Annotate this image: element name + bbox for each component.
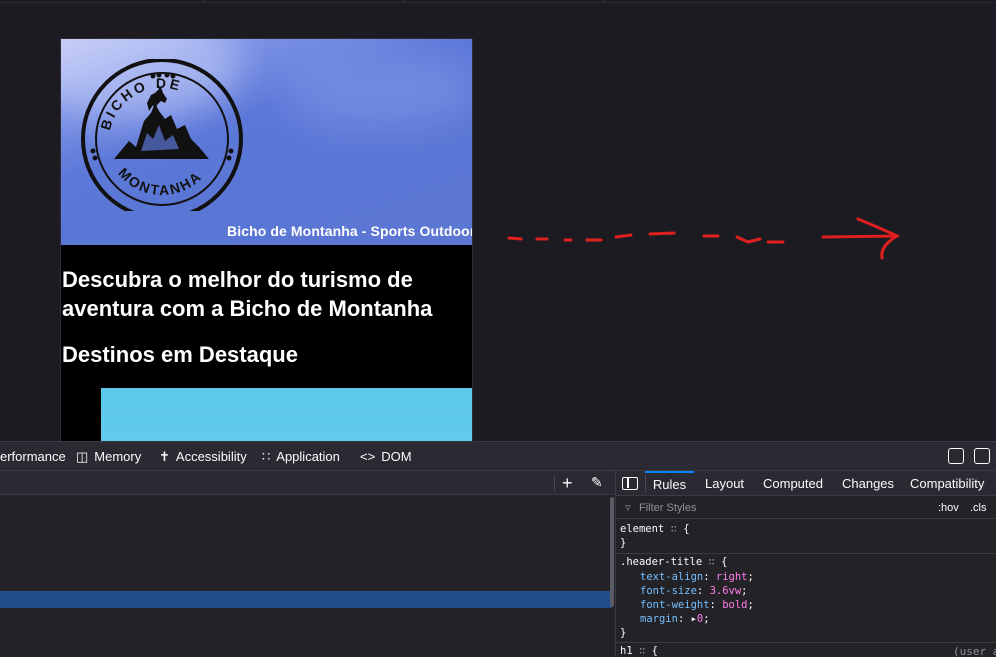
tab-performance-label: erformance — [0, 449, 66, 464]
header-title-rule[interactable]: .header-title ∷ { — [620, 556, 728, 568]
declaration-font-weight[interactable]: font-weight: bold; — [640, 599, 754, 611]
tab-performance[interactable]: erformance — [0, 442, 66, 471]
destination-card[interactable] — [101, 388, 472, 441]
add-node-icon[interactable]: + — [562, 473, 573, 493]
markup-toolbar: + ✎ — [0, 471, 615, 495]
grid-icon: ∷ — [708, 556, 715, 568]
website-preview: BICHO DE MONTANHA Bicho de Montanha - Sp… — [60, 38, 473, 441]
header-banner: BICHO DE MONTANHA Bicho de Montanha - Sp… — [61, 39, 473, 245]
tab-application-label: Application — [276, 449, 340, 464]
screenshot-icon[interactable] — [948, 448, 964, 464]
header-title-selector: .header-title — [620, 556, 703, 568]
tab-memory-label: Memory — [94, 449, 142, 464]
header-title: Bicho de Montanha - Sports Outdoor — [227, 223, 473, 239]
rules-sidebar: Rules Layout Computed Changes Compatibil… — [616, 471, 996, 657]
cls-toggle[interactable]: .cls — [970, 502, 987, 514]
tab-accessibility-label: Accessibility — [175, 449, 247, 464]
tab-changes[interactable]: Changes — [842, 471, 894, 496]
page-heading: Descubra o melhor do turismo de aventura… — [62, 267, 433, 321]
selected-node-row[interactable] — [0, 591, 612, 608]
tab-compatibility[interactable]: Compatibility — [910, 471, 984, 496]
grid-icon: ∷ — [638, 645, 646, 657]
h1-rule[interactable]: h1 ∷ { — [620, 645, 658, 657]
declaration-text-align[interactable]: text-align: right; — [640, 571, 754, 583]
application-icon: ∷ — [262, 448, 271, 464]
eyedropper-icon[interactable]: ✎ — [591, 474, 603, 491]
filter-styles-input[interactable]: Filter Styles — [639, 502, 696, 514]
accessibility-icon: ✝ — [159, 448, 170, 464]
grid-icon: ∷ — [670, 523, 677, 535]
toggle-sidebar-icon[interactable] — [622, 477, 638, 490]
tab-rules[interactable]: Rules — [645, 471, 694, 496]
declaration-font-size[interactable]: font-size: 3.6vw; — [640, 585, 748, 597]
tab-dom-label: DOM — [381, 449, 412, 464]
element-rule: element ∷ { — [620, 523, 690, 535]
tab-application[interactable]: ∷ Application — [262, 442, 340, 471]
memory-icon: ◫ — [76, 448, 89, 464]
hov-toggle[interactable]: :hov — [938, 502, 959, 514]
tab-dom[interactable]: <> DOM — [360, 442, 412, 471]
dom-icon: <> — [360, 449, 376, 464]
filter-icon: ▿ — [625, 502, 631, 514]
markup-scrollbar[interactable] — [610, 497, 614, 607]
declaration-margin[interactable]: margin: ▸0; — [640, 613, 710, 625]
section-heading: Destinos em Destaque — [62, 342, 298, 367]
tab-layout[interactable]: Layout — [705, 471, 744, 496]
tab-computed[interactable]: Computed — [763, 471, 823, 496]
filter-styles-bar: ▿ Filter Styles :hov .cls — [616, 497, 996, 519]
dock-options-icon[interactable] — [974, 448, 990, 464]
tab-memory[interactable]: ◫ Memory — [76, 442, 141, 471]
markup-panel[interactable]: + ✎ — [0, 471, 615, 657]
tab-accessibility[interactable]: ✝ Accessibility — [159, 442, 247, 471]
sidebar-tabs: Rules Layout Computed Changes Compatibil… — [616, 471, 996, 496]
devtools-toolbar: erformance ◫ Memory ✝ Accessibility ∷ Ap… — [0, 441, 996, 471]
user-agent-label: (user a — [953, 645, 996, 657]
element-selector: element — [620, 523, 665, 535]
h1-selector: h1 — [620, 645, 633, 657]
